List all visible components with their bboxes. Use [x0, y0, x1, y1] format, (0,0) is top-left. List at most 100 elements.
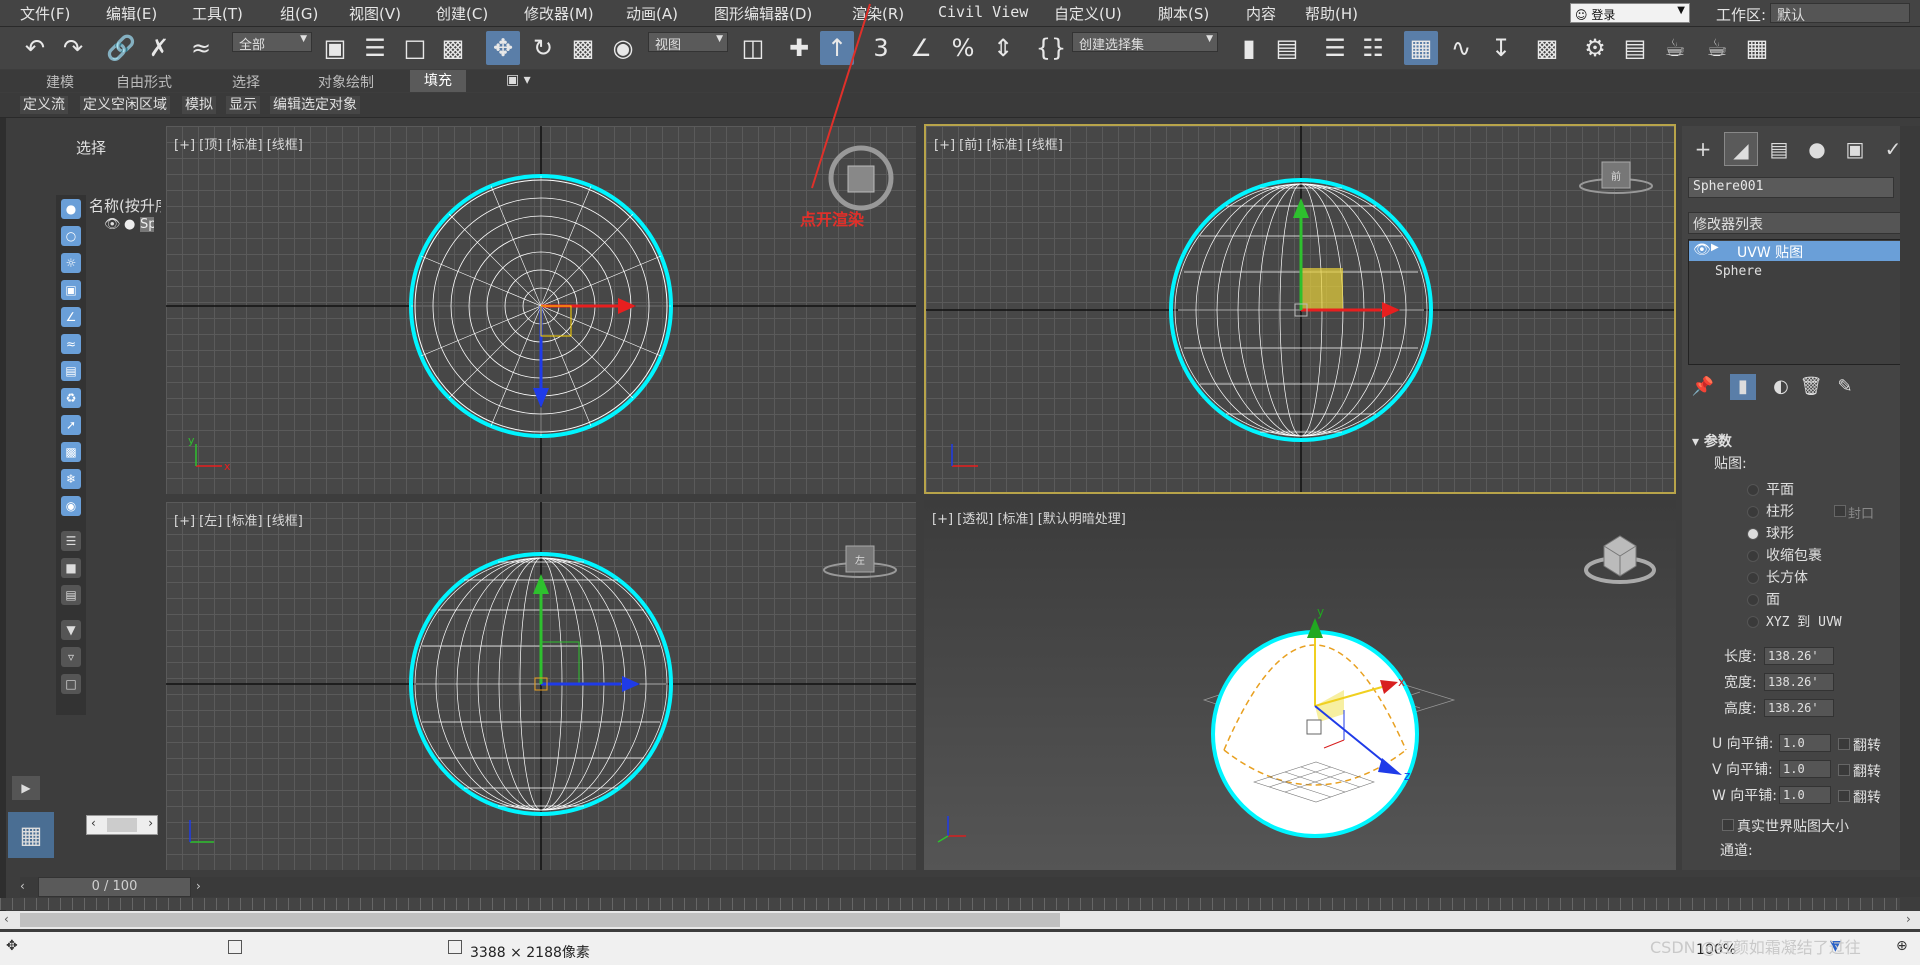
edit-named-selection-icon[interactable]: {}: [1034, 31, 1068, 65]
tab-populate[interactable]: 填充: [410, 70, 466, 92]
display-invert-icon[interactable]: ▤: [61, 585, 81, 605]
radio-cylindrical[interactable]: [1747, 506, 1759, 518]
pivot-center-icon[interactable]: ◫: [736, 31, 770, 65]
display-groups-icon[interactable]: ▤: [61, 361, 81, 381]
display-lights-icon[interactable]: ☼: [61, 253, 81, 273]
curve-editor-icon[interactable]: ∿: [1444, 31, 1478, 65]
modifier-stack-item-uvw[interactable]: 👁 ▶ UVW 贴图: [1689, 241, 1919, 261]
percent-snap-icon[interactable]: %: [946, 31, 980, 65]
parameters-rollout-title[interactable]: ▾ 参数: [1692, 431, 1732, 451]
motion-tab-icon[interactable]: ●: [1800, 132, 1834, 166]
eye-icon[interactable]: 👁: [104, 217, 121, 232]
viewport-top[interactable]: [+] [顶] [标准] [线框] y x: [166, 126, 916, 494]
viewcube[interactable]: 左: [823, 545, 897, 578]
window-hscroll-thumb[interactable]: [20, 913, 1060, 927]
radio-spherical[interactable]: [1747, 528, 1759, 540]
scene-explorer-icon[interactable]: ☰: [1318, 31, 1352, 65]
create-tab-icon[interactable]: +: [1686, 132, 1720, 166]
w-flip-checkbox[interactable]: [1838, 790, 1850, 802]
render-iterative-icon[interactable]: ☕: [1700, 31, 1734, 65]
modifier-stack-item-sphere[interactable]: Sphere: [1715, 264, 1762, 279]
radio-box[interactable]: [1747, 572, 1759, 584]
workspace-dropdown[interactable]: 默认: [1770, 3, 1910, 24]
menu-file[interactable]: 文件(F): [20, 3, 70, 24]
move-gizmo[interactable]: [1293, 198, 1400, 318]
layer-icon[interactable]: □: [61, 674, 81, 694]
menu-edit[interactable]: 编辑(E): [106, 3, 157, 24]
display-xrefs-icon[interactable]: ♻: [61, 388, 81, 408]
chevron-right-icon[interactable]: ›: [196, 879, 201, 893]
width-spinner[interactable]: 138.26': [1764, 673, 1834, 691]
tab-selection[interactable]: 选择: [232, 72, 260, 92]
menu-help[interactable]: 帮助(H): [1305, 3, 1358, 24]
chevron-right-icon[interactable]: ›: [148, 816, 153, 830]
v-flip-checkbox[interactable]: [1838, 764, 1850, 776]
window-crossing-icon[interactable]: ▩: [436, 31, 470, 65]
height-spinner[interactable]: 138.26': [1764, 699, 1834, 717]
menu-graph-editors[interactable]: 图形编辑器(D): [714, 3, 812, 24]
move-gizmo[interactable]: [533, 298, 636, 408]
cap-checkbox[interactable]: [1834, 505, 1846, 517]
display-shapes-icon[interactable]: ○: [61, 226, 81, 246]
display-particles-icon[interactable]: ❄: [61, 469, 81, 489]
define-flows-button[interactable]: 定义流: [20, 96, 68, 114]
menu-rendering[interactable]: 渲染(R): [852, 3, 904, 24]
delete-modifier-icon[interactable]: 🗑: [1798, 374, 1824, 400]
chevron-left-icon[interactable]: ‹: [4, 912, 9, 926]
display-tab-icon[interactable]: ▣: [1838, 132, 1872, 166]
unlink-icon[interactable]: ✗: [142, 31, 176, 65]
ribbon-options-icon[interactable]: ▣ ▾: [506, 72, 531, 88]
tab-modeling[interactable]: 建模: [46, 72, 74, 92]
reference-coord-dropdown[interactable]: 视图 ▼: [648, 32, 728, 53]
real-world-map-size-checkbox[interactable]: [1722, 819, 1734, 831]
viewcube[interactable]: [828, 145, 894, 211]
viewport-front[interactable]: [+] [前] [标准] [线框] 前: [924, 124, 1676, 494]
chevron-right-icon[interactable]: ›: [1906, 912, 1911, 926]
u-tile-spinner[interactable]: 1.0: [1779, 734, 1831, 752]
explorer-hscroll[interactable]: ‹ ›: [86, 815, 158, 835]
display-none-icon[interactable]: ■: [61, 558, 81, 578]
w-tile-spinner[interactable]: 1.0: [1779, 786, 1831, 804]
render-production-icon[interactable]: ☕: [1658, 31, 1692, 65]
funnel-icon[interactable]: ▿: [61, 647, 81, 667]
viewport-left[interactable]: [+] [左] [标准] [线框] 左: [166, 502, 916, 870]
select-manipulate-icon[interactable]: ✚: [782, 31, 816, 65]
hierarchy-tab-icon[interactable]: ▤: [1762, 132, 1796, 166]
command-panel-scrollbar[interactable]: [1900, 126, 1920, 870]
display-space-warps-icon[interactable]: ≈: [61, 334, 81, 354]
place-icon[interactable]: ◉: [606, 31, 640, 65]
display-helpers-icon[interactable]: ∠: [61, 307, 81, 327]
filter-icon[interactable]: ▼: [61, 620, 81, 640]
track-bar[interactable]: [0, 898, 1900, 910]
modify-tab-icon[interactable]: ◢: [1724, 132, 1758, 166]
viewcube[interactable]: 前: [1579, 161, 1653, 194]
move-icon[interactable]: ✥: [486, 31, 520, 65]
display-all-icon[interactable]: ☰: [61, 531, 81, 551]
menu-view[interactable]: 视图(V): [349, 3, 401, 24]
menu-customize[interactable]: 自定义(U): [1054, 3, 1122, 24]
explorer-row-sphere[interactable]: 👁 ● Sphere001: [104, 217, 164, 237]
snaps-toggle-icon[interactable]: 3: [864, 31, 898, 65]
display-containers-icon[interactable]: ▩: [61, 442, 81, 462]
login-dropdown[interactable]: ☺ 登录 ▼: [1570, 3, 1690, 23]
material-editor-icon[interactable]: ▩: [1530, 31, 1564, 65]
bind-space-warp-icon[interactable]: ≈: [184, 31, 218, 65]
display-geometry-icon[interactable]: ●: [61, 199, 81, 219]
display-bones-icon[interactable]: ➚: [61, 415, 81, 435]
schematic-view-icon[interactable]: ↧: [1484, 31, 1518, 65]
keyboard-shortcut-override-icon[interactable]: ↑: [820, 31, 854, 65]
menu-modifiers[interactable]: 修改器(M): [524, 3, 594, 24]
menu-scripting[interactable]: 脚本(S): [1158, 3, 1209, 24]
u-flip-checkbox[interactable]: [1838, 738, 1850, 750]
expand-arrow-icon[interactable]: ▶: [1711, 242, 1719, 253]
select-object-icon[interactable]: ▣: [318, 31, 352, 65]
undo-icon[interactable]: ↶: [18, 31, 52, 65]
play-icon[interactable]: ▶: [12, 776, 40, 800]
simulate-button[interactable]: 模拟: [182, 96, 216, 114]
display-visibility-icon[interactable]: ◉: [61, 496, 81, 516]
spinner-snap-icon[interactable]: ⇕: [986, 31, 1020, 65]
menu-civil-view[interactable]: Civil View: [938, 3, 1028, 21]
modifier-list-dropdown[interactable]: 修改器列表: [1688, 212, 1920, 234]
mirror-icon[interactable]: ▮: [1232, 31, 1266, 65]
scroll-thumb[interactable]: [107, 818, 137, 832]
